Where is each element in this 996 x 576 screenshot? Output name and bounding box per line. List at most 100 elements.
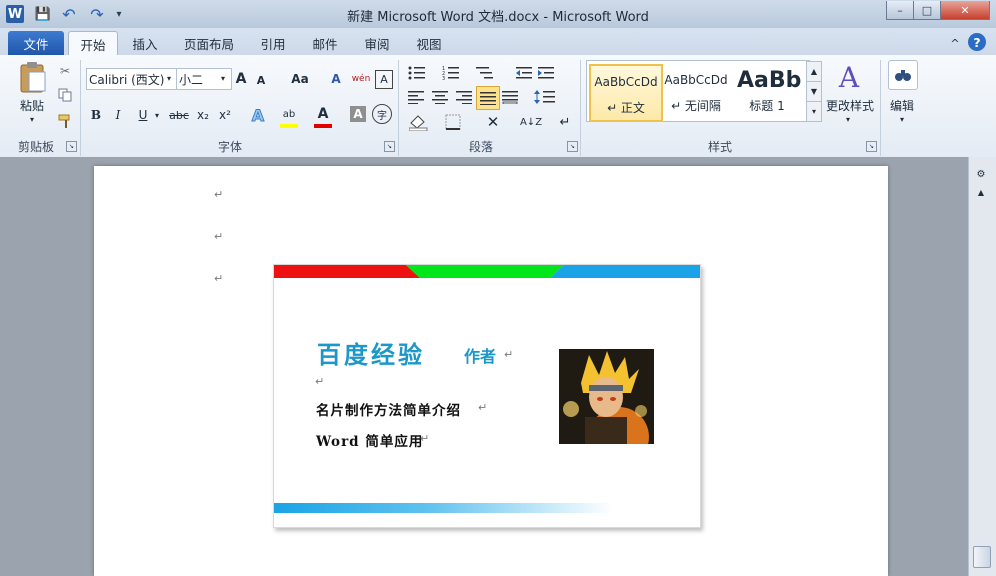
help-icon[interactable]: ? (968, 33, 986, 51)
clipboard-group-label: 剪贴板 (17, 140, 54, 154)
borders-icon[interactable] (440, 112, 466, 132)
bullets-icon[interactable] (406, 64, 428, 82)
card-author: 作者 (464, 347, 497, 366)
editing-button[interactable]: 编辑 (884, 96, 920, 114)
styles-scroll-down-icon[interactable]: ▼ (806, 81, 822, 102)
change-styles-button[interactable]: 更改样式 (822, 96, 878, 114)
format-painter-icon[interactable] (56, 112, 74, 130)
tab-file[interactable]: 文件 (8, 31, 64, 55)
show-paragraph-marks-icon[interactable]: ↵ (556, 112, 574, 132)
tab-references[interactable]: 引用 (250, 31, 296, 55)
shading-icon[interactable] (406, 112, 432, 132)
collapse-ribbon-icon[interactable]: ^ (946, 31, 964, 55)
paragraph-launcher-icon[interactable]: ↘ (567, 141, 578, 152)
justify-icon[interactable] (476, 86, 500, 110)
align-center-icon[interactable] (430, 88, 450, 106)
font-launcher-icon[interactable]: ↘ (384, 141, 395, 152)
copy-icon[interactable] (56, 86, 74, 104)
paste-icon[interactable] (16, 60, 50, 94)
styles-scroll-up-icon[interactable]: ▲ (806, 61, 822, 82)
bold-button[interactable]: B (88, 106, 104, 124)
tab-review[interactable]: 审阅 (354, 31, 400, 55)
style-no-spacing-label: ↵ 无间隔 (671, 98, 721, 113)
character-shading-icon[interactable]: A (350, 106, 366, 122)
tab-view[interactable]: 视图 (406, 31, 452, 55)
font-name-value: Calibri (西文) (89, 72, 165, 87)
align-left-icon[interactable] (406, 88, 426, 106)
style-normal[interactable]: AaBbCcDd ↵ 正文 (589, 64, 663, 122)
business-card[interactable]: 百度经验 作者 ↵ ↵ 名片制作方法简单介绍 ↵ Word 简单应用 ↵ (273, 264, 701, 528)
tab-insert[interactable]: 插入 (122, 31, 168, 55)
phonetic-guide-icon[interactable]: wén (350, 68, 372, 90)
clipboard-launcher-icon[interactable]: ↘ (66, 141, 77, 152)
minimize-button[interactable]: – (886, 1, 914, 20)
line-spacing-icon[interactable] (532, 88, 558, 106)
styles-group-label: 样式 (707, 140, 732, 154)
change-styles-icon[interactable]: A (832, 60, 866, 94)
divider (398, 60, 399, 156)
tab-home[interactable]: 开始 (68, 31, 118, 56)
character-border-icon[interactable]: A (375, 70, 393, 89)
paragraph-group-label: 段落 (468, 140, 493, 154)
binoculars-icon[interactable] (888, 60, 918, 90)
paragraph-mark: ↵ (504, 348, 514, 361)
tab-page-layout[interactable]: 页面布局 (176, 31, 242, 55)
card-title: 百度经验 (317, 340, 425, 369)
strikethrough-button[interactable]: abc (168, 106, 190, 124)
font-color-icon[interactable]: A (314, 104, 332, 128)
highlight-icon[interactable]: ab (280, 104, 298, 128)
close-button[interactable]: ✕ (940, 1, 990, 20)
avatar-image[interactable] (559, 349, 654, 444)
change-styles-dropdown-icon[interactable]: ▾ (842, 114, 854, 124)
font-name-dropdown-icon[interactable]: ▾ (164, 70, 174, 86)
align-right-icon[interactable] (454, 88, 474, 106)
shrink-font-icon[interactable]: A (254, 72, 268, 88)
enclose-characters-icon[interactable]: 字 (372, 104, 392, 124)
style-no-spacing-preview: AaBbCcDd (664, 73, 728, 87)
style-normal-label: ↵ 正文 (607, 100, 645, 115)
window-title: 新建 Microsoft Word 文档.docx - Microsoft Wo… (347, 10, 649, 25)
styles-launcher-icon[interactable]: ↘ (866, 141, 877, 152)
paragraph-mark: ↵ (478, 401, 488, 414)
grow-font-icon[interactable]: A (233, 70, 249, 88)
divider (880, 60, 881, 156)
card-line-1: 名片制作方法简单介绍 (316, 403, 461, 419)
scrollbar-thumb[interactable] (973, 546, 991, 568)
subscript-button[interactable]: x₂ (194, 106, 212, 124)
multilevel-list-icon[interactable] (474, 64, 496, 82)
decrease-indent-icon[interactable] (514, 64, 534, 82)
clear-formatting-icon[interactable]: A (326, 70, 346, 88)
chinese-layout-icon[interactable]: ✕ (480, 112, 506, 132)
style-no-spacing[interactable]: AaBbCcDd ↵ 无间隔 (661, 64, 731, 118)
sort-icon[interactable]: A↓Z (520, 112, 542, 132)
increase-indent-icon[interactable] (536, 64, 556, 82)
italic-button[interactable]: I (110, 106, 126, 124)
styles-more-icon[interactable]: ▾ (806, 101, 822, 122)
underline-dropdown-icon[interactable]: ▾ (152, 108, 162, 122)
paragraph-mark: ↵ (214, 230, 224, 243)
underline-button[interactable]: U (134, 106, 152, 124)
scroll-up-icon[interactable]: ▲ (972, 186, 990, 198)
divider (80, 60, 81, 156)
tab-mailings[interactable]: 邮件 (302, 31, 348, 55)
maximize-button[interactable]: □ (913, 1, 941, 20)
numbering-icon[interactable]: 123 (440, 64, 462, 82)
paragraph-mark: ↵ (214, 272, 224, 285)
style-heading-1-preview: AaBb (737, 67, 801, 93)
vertical-scrollbar[interactable] (968, 157, 996, 576)
svg-text:3: 3 (442, 76, 445, 80)
divider (580, 60, 581, 156)
paste-dropdown-icon[interactable]: ▾ (26, 114, 38, 124)
paste-button[interactable]: 粘贴 (14, 96, 50, 114)
text-effects-icon[interactable]: A (248, 104, 268, 126)
title-bar: W 💾 ↶ ↷ ▾ 新建 Microsoft Word 文档.docx - Mi… (0, 0, 996, 28)
distributed-icon[interactable] (500, 88, 520, 106)
cut-icon[interactable]: ✂ (56, 62, 74, 80)
font-size-dropdown-icon[interactable]: ▾ (218, 70, 228, 86)
editing-dropdown-icon[interactable]: ▾ (896, 114, 908, 124)
superscript-button[interactable]: x² (216, 106, 234, 124)
change-case-icon[interactable]: Aa (287, 70, 313, 88)
ribbon-tabs: 文件 开始 插入 页面布局 引用 邮件 审阅 视图 ^ ? (0, 28, 996, 56)
ruler-toggle-icon[interactable]: ⚙ (972, 166, 990, 182)
style-heading-1[interactable]: AaBb 标题 1 (733, 64, 801, 118)
